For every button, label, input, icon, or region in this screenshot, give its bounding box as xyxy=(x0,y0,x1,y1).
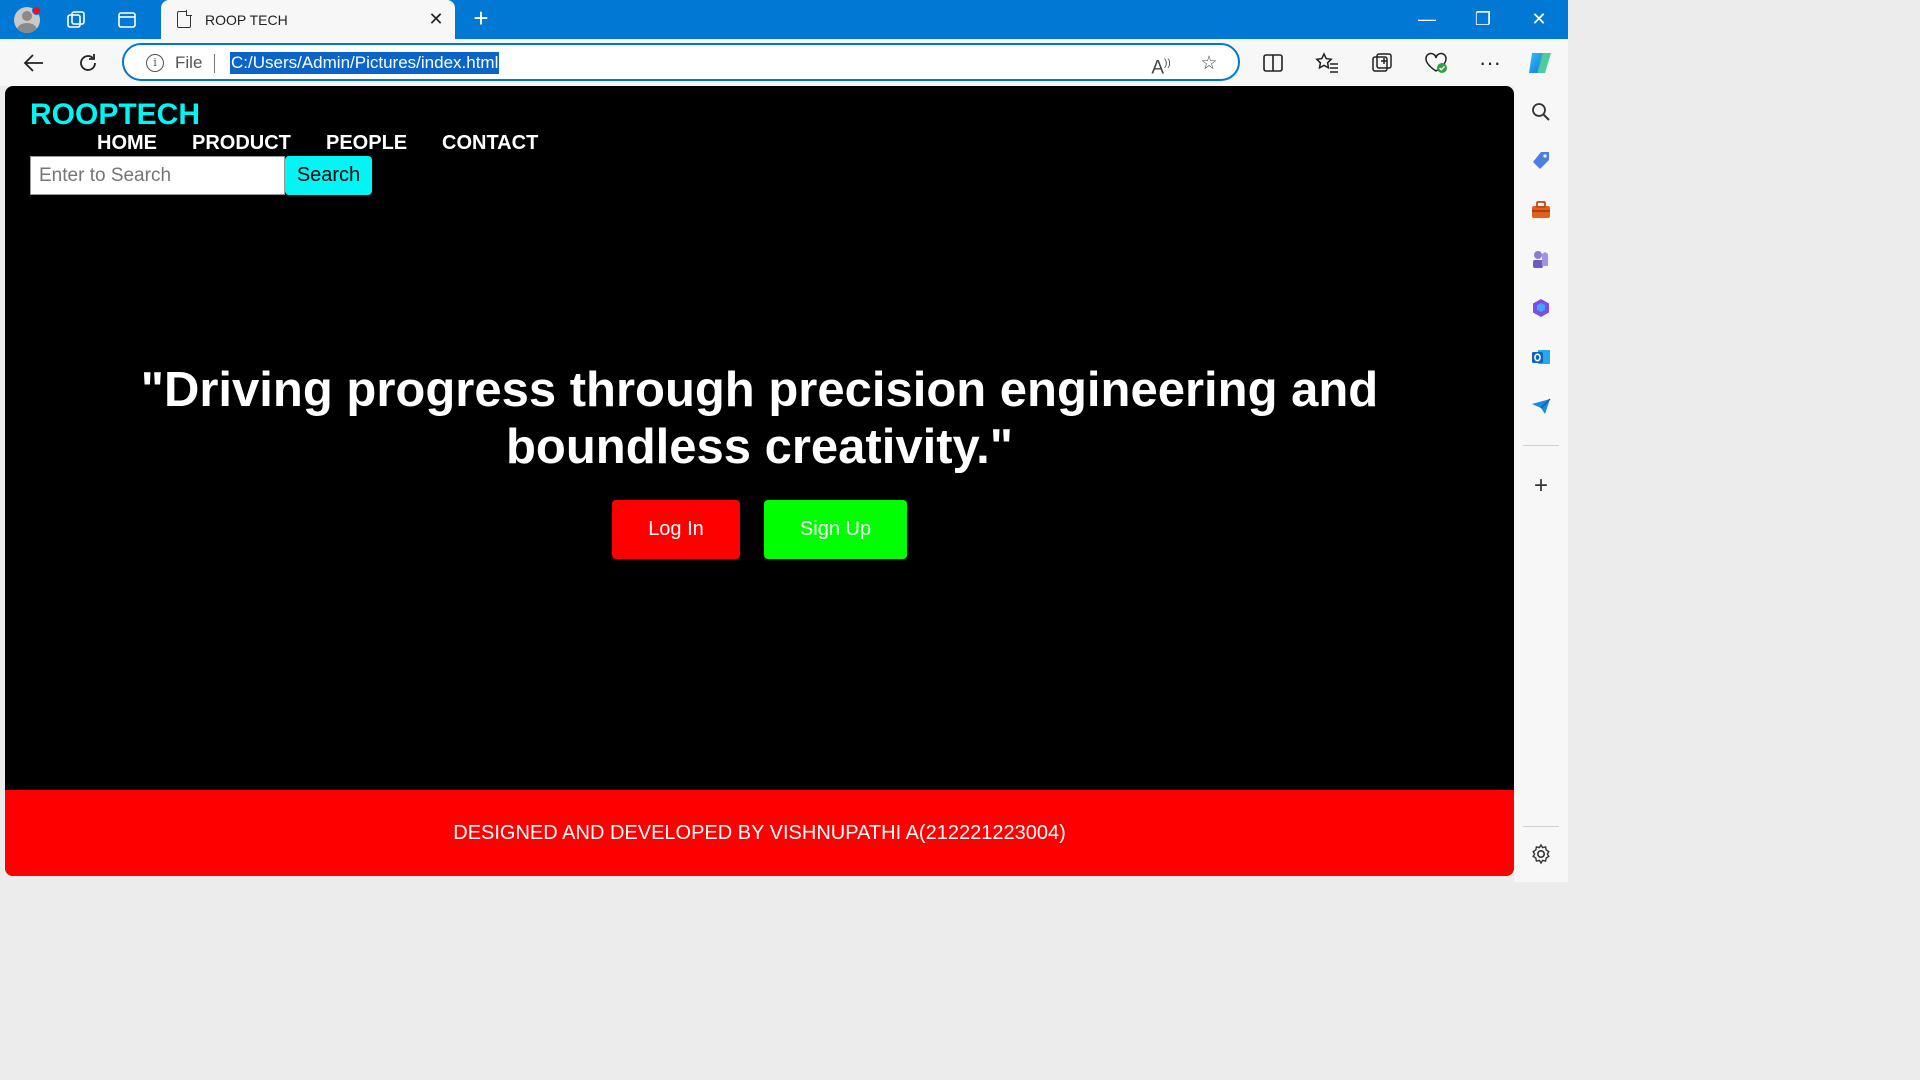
back-arrow-icon[interactable] xyxy=(19,48,49,78)
nav-people[interactable]: PEOPLE xyxy=(326,132,407,155)
more-icon[interactable]: ··· xyxy=(1475,48,1505,78)
split-screen-icon[interactable] xyxy=(1258,48,1288,78)
drop-icon[interactable] xyxy=(1528,393,1554,419)
tagline-line-1: "Driving progress through precision engi… xyxy=(140,363,1379,417)
collections-icon[interactable] xyxy=(1367,48,1397,78)
edge-sidebar: + xyxy=(1514,86,1568,882)
footer-credit: DESIGNED AND DEVELOPED BY VISHNUPATHI A(… xyxy=(453,822,1066,844)
address-bar[interactable]: i File C:/Users/Admin/Pictures/index.htm… xyxy=(122,43,1240,81)
copilot-icon[interactable] xyxy=(1525,48,1555,78)
browser-toolbar: i File C:/Users/Admin/Pictures/index.htm… xyxy=(0,39,1568,86)
nav-contact[interactable]: CONTACT xyxy=(442,132,538,155)
active-tab[interactable]: ROOP TECH ✕ xyxy=(161,0,455,39)
tab-title: ROOP TECH xyxy=(205,11,288,28)
sidebar-divider xyxy=(1523,445,1559,446)
nav-product[interactable]: PRODUCT xyxy=(192,132,291,155)
refresh-icon[interactable] xyxy=(73,48,103,78)
page-viewport: ROOPTECH HOME PRODUCT PEOPLE CONTACT Sea… xyxy=(5,86,1514,876)
login-button[interactable]: Log In xyxy=(612,500,740,559)
document-icon xyxy=(177,10,192,28)
hero-tagline: "Driving progress through precision engi… xyxy=(5,362,1514,476)
browser-title-bar: ROOP TECH ✕ + — ❐ ✕ xyxy=(0,0,1568,39)
tab-close-icon[interactable]: ✕ xyxy=(423,9,449,30)
sidebar-divider xyxy=(1523,826,1559,827)
favorites-icon[interactable] xyxy=(1312,48,1342,78)
microsoft-365-icon[interactable] xyxy=(1528,295,1554,321)
search-icon[interactable] xyxy=(1528,99,1554,125)
read-aloud-icon[interactable]: A)) xyxy=(1148,51,1174,78)
add-icon[interactable]: + xyxy=(1528,472,1554,499)
outlook-icon[interactable] xyxy=(1528,344,1554,370)
minimize-button[interactable]: — xyxy=(1399,0,1455,39)
url-text[interactable]: C:/Users/Admin/Pictures/index.html xyxy=(230,52,500,74)
settings-icon[interactable] xyxy=(1528,841,1554,867)
restore-button[interactable]: ❐ xyxy=(1455,0,1511,39)
vertical-tabs-icon[interactable] xyxy=(113,6,141,34)
games-icon[interactable] xyxy=(1528,246,1554,272)
info-icon[interactable]: i xyxy=(146,54,164,72)
tagline-line-2: boundless creativity." xyxy=(505,420,1014,474)
footer: DESIGNED AND DEVELOPED BY VISHNUPATHI A(… xyxy=(5,790,1514,876)
search-input[interactable] xyxy=(30,156,285,195)
site-logo[interactable]: ROOPTECH xyxy=(30,98,200,132)
close-window-button[interactable]: ✕ xyxy=(1511,0,1567,39)
signup-button[interactable]: Sign Up xyxy=(764,500,907,559)
shopping-icon[interactable] xyxy=(1528,148,1554,174)
address-scheme: File xyxy=(175,53,203,72)
new-tab-button[interactable]: + xyxy=(467,5,495,33)
search-button[interactable]: Search xyxy=(285,156,372,195)
profile-avatar-icon[interactable] xyxy=(13,6,41,34)
favorite-star-icon[interactable]: ☆ xyxy=(1196,51,1222,77)
divider xyxy=(214,54,215,73)
nav-home[interactable]: HOME xyxy=(97,132,157,155)
workspaces-icon[interactable] xyxy=(62,6,90,34)
browser-essentials-icon[interactable] xyxy=(1421,48,1451,78)
tools-icon[interactable] xyxy=(1528,197,1554,223)
